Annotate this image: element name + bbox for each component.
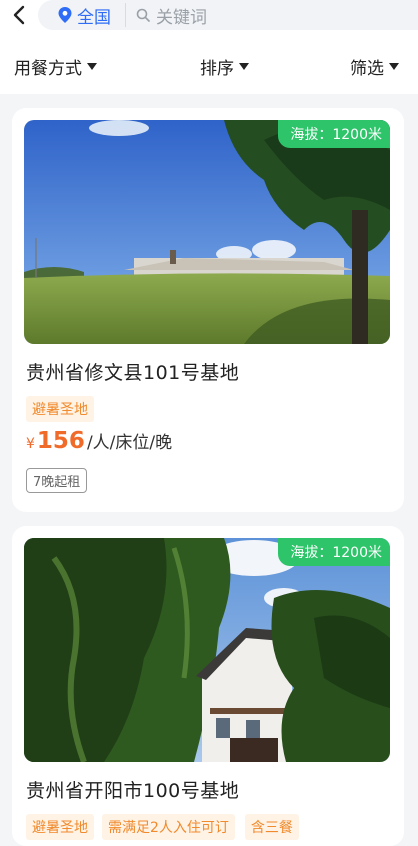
location-label: 全国 [77,7,111,28]
search-icon [136,8,150,22]
caret-down-icon [389,63,399,70]
listing-price: ¥ 156 /人/床位/晚 [26,428,172,454]
search-bar: 全国 关键词 [38,0,418,30]
filter-bar: 用餐方式 排序 筛选 [0,38,418,94]
tag: 避暑圣地 [26,396,94,422]
tag: 避暑圣地 [26,814,94,840]
altitude-badge: 海拔：1200米 [278,538,390,566]
back-button[interactable] [8,2,30,28]
altitude-badge: 海拔：1200米 [278,120,390,148]
listing-photo: 海拔：1200米 [24,538,390,762]
listing-card[interactable]: 海拔：1200米 贵州省修文县101号基地 避暑圣地 ¥ 156 /人/床位/晚… [12,108,404,512]
listing-title: 贵州省修文县101号基地 [26,362,240,384]
tag: 需满足2人入住可订 [102,814,235,840]
filter-label: 筛选 [350,59,384,79]
caret-down-icon [239,63,249,70]
filter-screen[interactable]: 筛选 [350,54,399,79]
caret-down-icon [87,63,97,70]
search-placeholder: 关键词 [156,7,207,28]
search-input[interactable]: 关键词 [126,3,207,28]
listing-title: 贵州省开阳市100号基地 [26,780,240,802]
location-pin-icon [58,7,72,23]
chevron-left-icon [13,5,25,25]
filter-label: 排序 [200,59,234,79]
listing-card[interactable]: 海拔：1200米 贵州省开阳市100号基地 避暑圣地 需满足2人入住可订 含三餐 [12,526,404,846]
filter-dining-method[interactable]: 用餐方式 [14,54,97,79]
listing-tags: 避暑圣地 需满足2人入住可订 含三餐 [26,814,299,840]
min-stay-badge: 7晚起租 [26,468,88,493]
price-value: 156 [36,428,85,454]
location-selector[interactable]: 全国 [38,0,111,30]
filter-label: 用餐方式 [14,59,82,79]
listing-tags: 避暑圣地 [26,396,94,422]
tag: 含三餐 [244,814,299,840]
filter-sort[interactable]: 排序 [200,54,249,79]
meadow-photo [24,120,390,344]
top-bar: 全国 关键词 [0,0,418,38]
currency-symbol: ¥ [26,436,35,452]
price-unit: /人/床位/晚 [86,433,173,453]
forest-house-photo [24,538,390,762]
listing-photo: 海拔：1200米 [24,120,390,344]
